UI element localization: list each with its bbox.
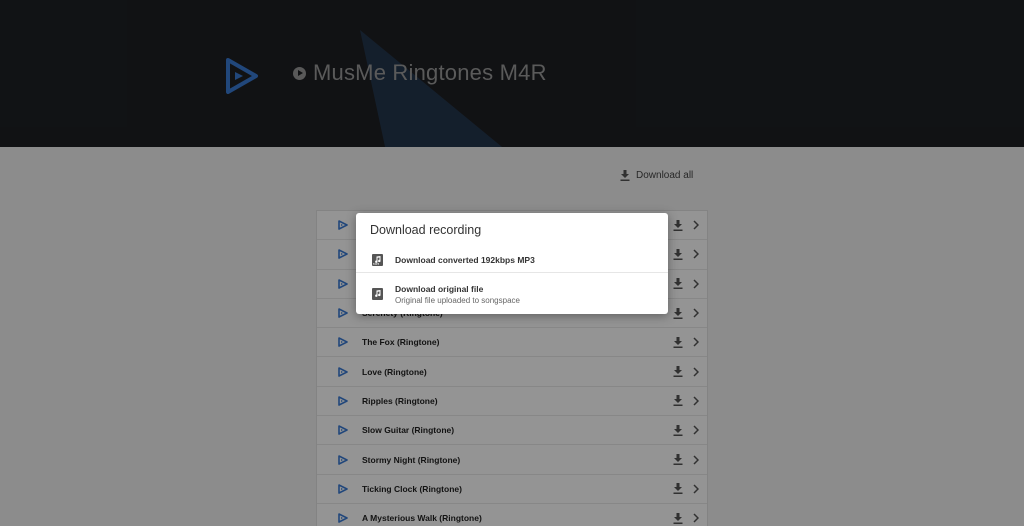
mp3-file-icon: MP3 (372, 254, 383, 266)
option-label: Download converted 192kbps MP3 (395, 255, 535, 265)
download-recording-dialog: Download recording MP3 Download converte… (356, 213, 668, 314)
option-label: Download original file (395, 283, 484, 294)
mp3-badge: MP3 (373, 262, 380, 266)
music-file-icon (372, 288, 383, 300)
dialog-title: Download recording (370, 223, 482, 237)
download-mp3-option[interactable]: MP3 Download converted 192kbps MP3 (356, 248, 668, 273)
download-original-option[interactable]: Download original file Original file upl… (356, 281, 668, 307)
option-description: Original file uploaded to songspace (395, 295, 520, 305)
